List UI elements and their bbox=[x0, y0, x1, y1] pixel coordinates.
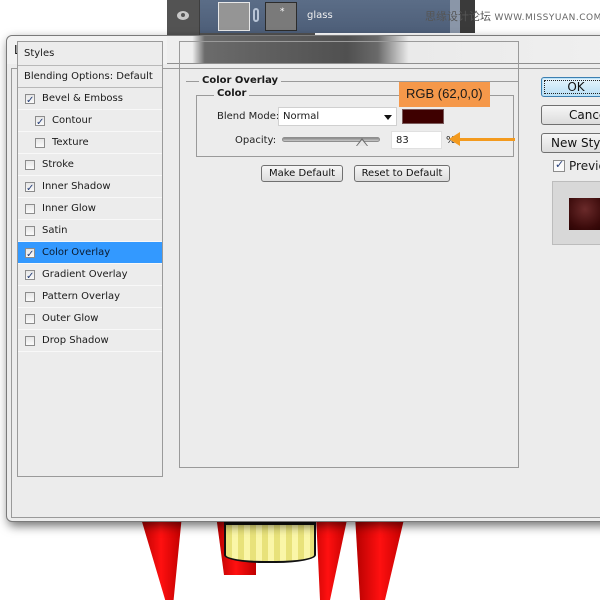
blend-mode-label: Blend Mode: bbox=[217, 111, 280, 122]
watermark: 思缘设计论坛 WWW.MISSYUAN.COM bbox=[425, 8, 600, 24]
red-stripe bbox=[140, 515, 182, 600]
visibility-toggle[interactable] bbox=[167, 0, 200, 35]
style-item-stroke[interactable]: Stroke bbox=[18, 154, 162, 176]
style-item-label: Bevel & Emboss bbox=[42, 93, 123, 104]
blend-mode-select[interactable]: Normal bbox=[278, 107, 397, 126]
style-item-contour[interactable]: Contour bbox=[18, 110, 162, 133]
watermark-cn: 思缘设计论坛 bbox=[425, 10, 491, 23]
style-item-label: Drop Shadow bbox=[42, 335, 109, 346]
style-item-satin[interactable]: Satin bbox=[18, 220, 162, 242]
style-checkbox[interactable] bbox=[25, 244, 35, 265]
color-swatch[interactable] bbox=[402, 109, 444, 124]
style-checkbox[interactable] bbox=[25, 226, 35, 236]
new-style-button[interactable]: New Style... bbox=[541, 133, 600, 153]
style-item-inner-shadow[interactable]: Inner Shadow bbox=[18, 176, 162, 199]
arrow-left-icon bbox=[449, 132, 515, 146]
preview-checkbox[interactable] bbox=[553, 158, 565, 172]
layer-thumbnail bbox=[218, 2, 250, 31]
style-checkbox[interactable] bbox=[25, 160, 35, 170]
style-item-label: Pattern Overlay bbox=[42, 291, 121, 302]
style-item-label: Inner Glow bbox=[42, 203, 96, 214]
opacity-label: Opacity: bbox=[235, 135, 277, 146]
style-item-pattern-overlay[interactable]: Pattern Overlay bbox=[18, 286, 162, 308]
style-item-texture[interactable]: Texture bbox=[18, 132, 162, 154]
styles-header[interactable]: Styles bbox=[18, 42, 162, 66]
style-item-label: Gradient Overlay bbox=[42, 269, 128, 280]
chain-link-icon[interactable] bbox=[253, 8, 259, 22]
make-default-button[interactable]: Make Default bbox=[261, 165, 343, 182]
layer-mask-thumbnail: * bbox=[265, 2, 297, 31]
yellow-cup bbox=[224, 523, 316, 563]
style-item-label: Outer Glow bbox=[42, 313, 99, 324]
style-checkbox[interactable] bbox=[35, 138, 45, 148]
red-stripe bbox=[355, 515, 405, 600]
rgb-annotation: RGB (62,0,0) bbox=[399, 82, 490, 107]
style-checkbox[interactable] bbox=[35, 112, 45, 133]
style-checkbox[interactable] bbox=[25, 292, 35, 302]
layer-name: glass bbox=[307, 10, 333, 21]
blending-options[interactable]: Blending Options: Default bbox=[18, 66, 162, 88]
style-checkbox[interactable] bbox=[25, 204, 35, 214]
blend-mode-value: Normal bbox=[283, 111, 320, 122]
cancel-button[interactable]: Cancel bbox=[541, 105, 600, 125]
style-item-label: Stroke bbox=[42, 159, 74, 170]
style-item-bevel-emboss[interactable]: Bevel & Emboss bbox=[18, 88, 162, 111]
style-checkbox[interactable] bbox=[25, 336, 35, 346]
style-item-label: Color Overlay bbox=[42, 247, 111, 258]
style-item-outer-glow[interactable]: Outer Glow bbox=[18, 308, 162, 330]
style-item-gradient-overlay[interactable]: Gradient Overlay bbox=[18, 264, 162, 287]
section-title: Color Overlay bbox=[199, 75, 282, 86]
style-item-label: Texture bbox=[52, 137, 89, 148]
styles-list: Styles Blending Options: Default Bevel &… bbox=[17, 41, 163, 477]
opacity-slider-thumb[interactable] bbox=[356, 138, 369, 147]
style-items: Bevel & Emboss Contour Texture Stroke Inner … bbox=[18, 88, 162, 352]
canvas-artwork bbox=[140, 515, 440, 600]
eye-icon bbox=[177, 11, 189, 20]
style-preview-swatch bbox=[569, 198, 600, 230]
preview-label: Preview bbox=[569, 159, 600, 173]
focus-ring bbox=[544, 80, 600, 94]
opacity-input[interactable]: 83 bbox=[391, 131, 442, 149]
style-item-drop-shadow[interactable]: Drop Shadow bbox=[18, 330, 162, 352]
style-checkbox[interactable] bbox=[25, 178, 35, 199]
group-title: Color bbox=[214, 88, 250, 99]
style-item-label: Satin bbox=[42, 225, 68, 236]
style-item-color-overlay[interactable]: Color Overlay bbox=[18, 242, 162, 265]
style-item-label: Contour bbox=[52, 115, 92, 126]
reset-to-default-button[interactable]: Reset to Default bbox=[354, 165, 450, 182]
mask-glyph: * bbox=[280, 7, 285, 17]
watermark-url: WWW.MISSYUAN.COM bbox=[494, 13, 600, 23]
style-item-inner-glow[interactable]: Inner Glow bbox=[18, 198, 162, 220]
style-checkbox[interactable] bbox=[25, 90, 35, 111]
chevron-down-icon bbox=[384, 115, 392, 120]
ok-button[interactable]: OK bbox=[541, 77, 600, 97]
style-checkbox[interactable] bbox=[25, 266, 35, 287]
style-checkbox[interactable] bbox=[25, 314, 35, 324]
style-item-label: Inner Shadow bbox=[42, 181, 111, 192]
